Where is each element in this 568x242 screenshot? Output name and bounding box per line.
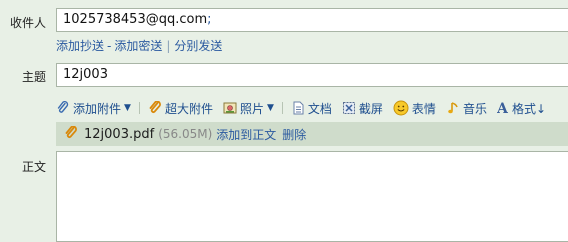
- toolbar-divider: [138, 102, 140, 114]
- photo-icon: [223, 101, 237, 115]
- paperclip-icon: [56, 100, 70, 115]
- paperclip-orange-icon: [64, 125, 78, 143]
- cc-divider: |: [166, 39, 171, 53]
- document-icon: [291, 101, 305, 115]
- to-value: 1025738453@qq.com: [63, 12, 208, 27]
- cc-links: 添加抄送 - 添加密送 | 分别发送: [56, 37, 222, 54]
- add-to-body-link[interactable]: 添加到正文: [216, 126, 276, 143]
- text-format-icon: A: [496, 101, 509, 117]
- compose-toolbar: 添加附件 ▼ 超大附件 照片 ▼ 文档 截屏 表情 音乐 A 格式↓: [56, 99, 556, 117]
- photo-label: 照片: [239, 101, 264, 116]
- music-button[interactable]: 音乐: [446, 100, 487, 117]
- format-label: 格式↓: [511, 101, 547, 116]
- attachment-filename: 12j003.pdf: [84, 126, 155, 142]
- subject-field[interactable]: 12j003: [56, 63, 568, 87]
- screenshot-button[interactable]: 截屏: [342, 100, 383, 117]
- attachment-bar: 12j003.pdf (56.05M) 添加到正文 删除: [56, 122, 568, 146]
- svg-text:A: A: [497, 101, 509, 115]
- large-attachment-button[interactable]: 超大附件: [148, 100, 213, 117]
- subject-label: 主题: [21, 70, 46, 84]
- add-attachment-button[interactable]: 添加附件 ▼: [56, 100, 131, 117]
- large-attachment-label: 超大附件: [164, 101, 213, 116]
- screenshot-icon: [342, 101, 356, 115]
- subject-value: 12j003: [63, 67, 108, 82]
- screenshot-label: 截屏: [358, 101, 383, 116]
- paperclip-orange-icon: [148, 100, 162, 115]
- format-button[interactable]: A 格式↓: [496, 100, 547, 117]
- body-editor[interactable]: [56, 151, 568, 242]
- body-label: 正文: [21, 160, 46, 174]
- document-label: 文档: [307, 101, 332, 116]
- to-separator: ;: [207, 12, 212, 27]
- smiley-icon: [393, 100, 409, 116]
- to-label: 收件人: [9, 16, 46, 30]
- toolbar-divider: [281, 102, 283, 114]
- photo-button[interactable]: 照片 ▼: [223, 100, 274, 117]
- emoji-label: 表情: [411, 101, 436, 116]
- to-field[interactable]: 1025738453@qq.com;: [56, 8, 568, 32]
- delete-attachment-link[interactable]: 删除: [282, 126, 306, 143]
- chevron-down-icon[interactable]: ▼: [267, 103, 274, 113]
- emoji-button[interactable]: 表情: [393, 100, 436, 117]
- music-note-icon: [446, 101, 460, 115]
- cc-dash: -: [107, 39, 112, 53]
- add-bcc-link[interactable]: 添加密送: [114, 39, 162, 53]
- attachment-size: (56.05M): [158, 127, 213, 141]
- add-attachment-label: 添加附件: [73, 101, 122, 116]
- chevron-down-icon[interactable]: ▼: [124, 103, 131, 113]
- document-button[interactable]: 文档: [291, 100, 332, 117]
- separate-send-link[interactable]: 分别发送: [174, 39, 222, 53]
- music-label: 音乐: [462, 101, 487, 116]
- add-cc-link[interactable]: 添加抄送: [56, 39, 104, 53]
